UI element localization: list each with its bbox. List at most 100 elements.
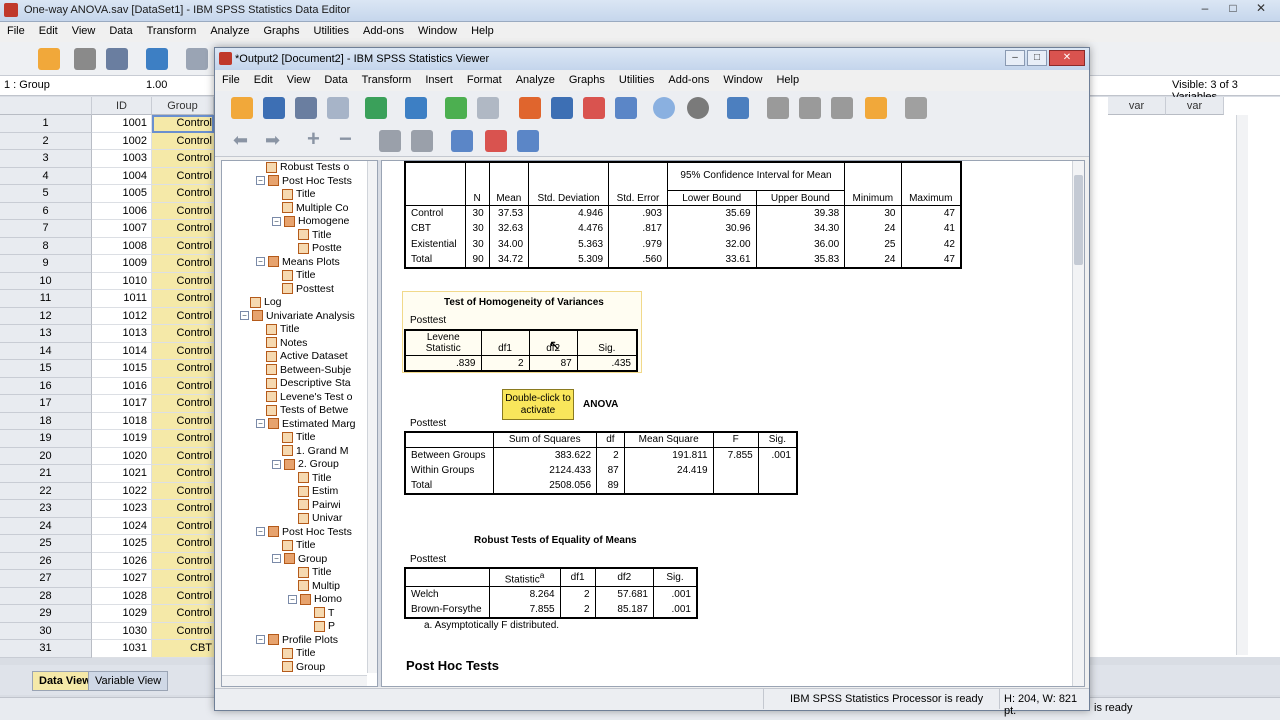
menu-transform[interactable]: Transform [355, 71, 419, 91]
cell-id[interactable]: 1008 [92, 237, 152, 255]
print-icon[interactable] [295, 97, 317, 119]
cell-group[interactable]: Control [152, 115, 214, 133]
menu-view[interactable]: View [65, 22, 103, 42]
cell-group[interactable]: Control [152, 360, 214, 378]
cell-id[interactable]: 1028 [92, 587, 152, 605]
menu-graphs[interactable]: Graphs [256, 22, 306, 42]
row-header[interactable]: 4 [0, 167, 92, 185]
cell-group[interactable]: Control [152, 395, 214, 413]
demote-icon[interactable] [767, 97, 789, 119]
spell-check-icon[interactable] [687, 97, 709, 119]
show-all-variables-icon[interactable] [653, 97, 675, 119]
collapse-toggle-icon[interactable]: − [256, 419, 265, 428]
insert-heading-icon[interactable] [451, 130, 473, 152]
export-icon[interactable] [365, 97, 387, 119]
save-icon[interactable] [74, 48, 96, 70]
cell-value[interactable]: 1.00 [146, 79, 167, 91]
row-header[interactable]: 17 [0, 395, 92, 413]
cell-group[interactable]: Control [152, 185, 214, 203]
cell-id[interactable]: 1030 [92, 622, 152, 640]
promote-icon[interactable] [727, 97, 749, 119]
cell-group[interactable]: Control [152, 552, 214, 570]
cell-id[interactable]: 1018 [92, 412, 152, 430]
outline-node[interactable]: − Post Hoc Tests [256, 175, 352, 187]
use-variable-sets-icon[interactable] [615, 97, 637, 119]
insert-title-icon[interactable] [485, 130, 507, 152]
hide-item-icon[interactable] [411, 130, 433, 152]
row-header[interactable]: 21 [0, 465, 92, 483]
dialog-recall-icon[interactable] [146, 48, 168, 70]
outline-node[interactable]: Descriptive Sta [266, 377, 351, 389]
collapse-toggle-icon[interactable]: − [256, 635, 265, 644]
outline-node[interactable]: Title [298, 229, 331, 241]
cell-id[interactable]: 1025 [92, 535, 152, 553]
menu-data[interactable]: Data [102, 22, 139, 42]
row-header[interactable]: 15 [0, 360, 92, 378]
robust-table[interactable]: Statistica df1 df2 Sig. Welch 8.264 2 57.681 .0… [404, 567, 698, 619]
grid-vertical-scrollbar[interactable] [1236, 115, 1248, 655]
outline-node[interactable]: Notes [266, 337, 307, 349]
menu-analyze[interactable]: Analyze [203, 22, 256, 42]
cell-id[interactable]: 1011 [92, 290, 152, 308]
cell-id[interactable]: 1027 [92, 570, 152, 588]
row-header[interactable]: 20 [0, 447, 92, 465]
row-header[interactable]: 2 [0, 132, 92, 150]
cell-group[interactable]: Control [152, 430, 214, 448]
plus-icon[interactable]: + [307, 126, 320, 152]
outline-node[interactable]: Title [282, 188, 315, 200]
collapse-toggle-icon[interactable]: − [272, 216, 281, 226]
cell-group[interactable]: Control [152, 325, 214, 343]
row-header[interactable]: 16 [0, 377, 92, 395]
row-header[interactable]: 1 [0, 115, 92, 133]
minimize-icon[interactable]: – [1192, 0, 1218, 18]
close-icon[interactable]: ✕ [1049, 50, 1085, 66]
row-header[interactable]: 3 [0, 150, 92, 168]
collapse-toggle-icon[interactable]: − [272, 459, 281, 469]
outline-node[interactable]: Between-Subje [266, 364, 351, 376]
cell-group[interactable]: Control [152, 132, 214, 150]
show-item-icon[interactable] [379, 130, 401, 152]
menu-format[interactable]: Format [460, 71, 509, 91]
cell-group[interactable]: Control [152, 570, 214, 588]
outline-node[interactable]: − Profile Plots [256, 634, 338, 646]
cell-group[interactable]: Control [152, 342, 214, 360]
cell-group[interactable]: Control [152, 482, 214, 500]
cell-group[interactable]: Control [152, 622, 214, 640]
row-header[interactable]: 22 [0, 482, 92, 500]
cell-id[interactable]: 1013 [92, 325, 152, 343]
collapse-toggle-icon[interactable]: − [240, 311, 249, 320]
cell-id[interactable]: 1002 [92, 132, 152, 150]
menu-graphs[interactable]: Graphs [562, 71, 612, 91]
maximize-icon[interactable]: □ [1220, 0, 1246, 18]
print-preview-icon[interactable] [327, 97, 349, 119]
row-header[interactable]: 18 [0, 412, 92, 430]
outline-node[interactable]: − Group [272, 553, 327, 565]
menu-edit[interactable]: Edit [32, 22, 65, 42]
cell-id[interactable]: 1020 [92, 447, 152, 465]
collapse-toggle-icon[interactable]: − [288, 594, 297, 604]
cell-id[interactable]: 1009 [92, 255, 152, 273]
cell-id[interactable]: 1015 [92, 360, 152, 378]
cell-group[interactable]: Control [152, 290, 214, 308]
undo-icon[interactable] [445, 97, 467, 119]
cell-id[interactable]: 1007 [92, 220, 152, 238]
outline-node[interactable]: Title [298, 472, 331, 484]
minimize-icon[interactable]: – [1005, 50, 1025, 66]
cell-id[interactable]: 1026 [92, 552, 152, 570]
outline-node[interactable]: Univar [298, 512, 342, 524]
cell-id[interactable]: 1006 [92, 202, 152, 220]
menu-insert[interactable]: Insert [418, 71, 460, 91]
outline-node[interactable]: Levene's Test o [266, 391, 352, 403]
row-header[interactable]: 8 [0, 237, 92, 255]
cell-id[interactable]: 1023 [92, 500, 152, 518]
goto-data-icon[interactable] [519, 97, 541, 119]
outline-node[interactable]: Multip [298, 580, 340, 592]
save-icon[interactable] [263, 97, 285, 119]
column-header-id[interactable]: ID [92, 97, 152, 115]
row-header[interactable]: 28 [0, 587, 92, 605]
cell-id[interactable]: 1001 [92, 115, 152, 133]
goto-case-icon[interactable] [551, 97, 573, 119]
row-header[interactable]: 27 [0, 570, 92, 588]
outline-node[interactable]: Posttest [282, 283, 334, 295]
maximize-icon[interactable]: □ [1027, 50, 1047, 66]
